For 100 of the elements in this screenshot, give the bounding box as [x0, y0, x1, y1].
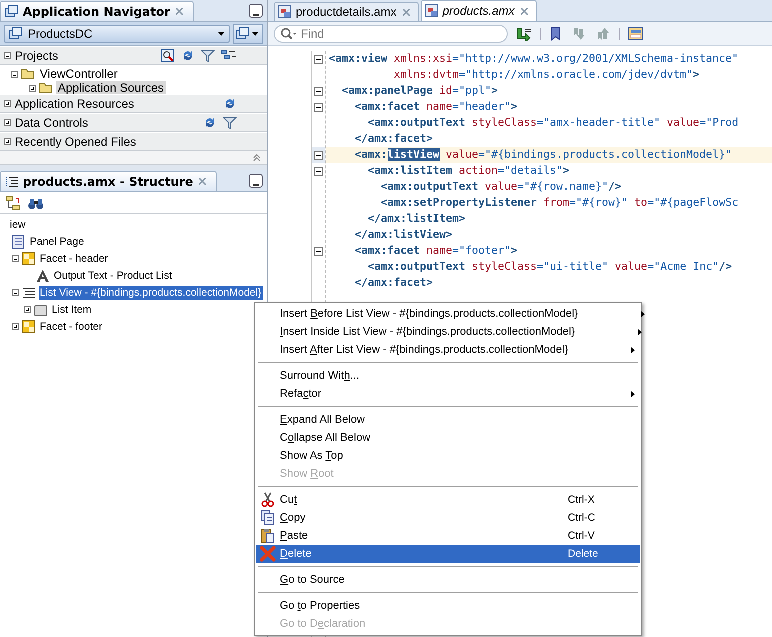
editor-tab[interactable]: productdetails.amx: [274, 2, 419, 21]
clipboard-icon: [261, 528, 275, 544]
windows-icon: [236, 26, 250, 40]
project-dropdown[interactable]: ProductsDC: [4, 24, 230, 42]
code-line: <amx:setPropertyListener from="#{row}" to="#{pageFlowSc: [380, 195, 740, 211]
close-button[interactable]: [197, 178, 208, 185]
folder-icon: [21, 67, 35, 81]
cross-icon: [260, 546, 276, 562]
scissors-icon: [261, 492, 275, 508]
expander-icon[interactable]: [12, 323, 19, 330]
minimize-button[interactable]: [249, 4, 263, 18]
menu-item[interactable]: Paste Ctrl-V: [256, 527, 640, 545]
menu-item[interactable]: Go to Source: [256, 571, 640, 589]
section-header[interactable]: Application Resources: [0, 94, 267, 113]
close-icon: [176, 8, 184, 15]
expander-icon[interactable]: [4, 138, 11, 145]
section-title: Data Controls: [15, 116, 90, 130]
expander-icon[interactable]: [4, 52, 11, 59]
code-line: </amx:listView>: [354, 227, 454, 243]
code-line: <amx:outputText styleClass="amx-header-title" value="Prod: [367, 115, 740, 131]
panel-title: products.amx - Structure: [23, 174, 194, 188]
scroll-up-icon: [253, 154, 261, 162]
windows-icon: [9, 26, 23, 40]
expander-icon[interactable]: [29, 84, 36, 92]
menu-item[interactable]: Cut Ctrl-X: [256, 491, 640, 509]
tree-node[interactable]: Panel Page: [29, 234, 86, 248]
tree-node[interactable]: Facet - header: [39, 252, 110, 266]
up-arrow-icon: [595, 26, 611, 40]
filter-icon: [201, 48, 215, 62]
expander-icon[interactable]: [12, 255, 19, 262]
layout-icon: [221, 48, 237, 62]
close-icon: [199, 178, 206, 185]
windows-icon: [5, 4, 19, 18]
view-dropdown[interactable]: [233, 24, 263, 44]
panel-tab[interactable]: products.amx - Structure: [0, 171, 218, 191]
menu-item[interactable]: Surround With...: [256, 367, 640, 385]
menu-item[interactable]: Refactor: [256, 385, 640, 403]
expander-icon[interactable]: [4, 100, 11, 107]
structure-icon: [5, 174, 19, 188]
search-icon: [161, 48, 175, 62]
tree-node[interactable]: iew: [9, 218, 27, 232]
tree-node[interactable]: Facet - footer: [39, 320, 104, 334]
expander-icon[interactable]: [4, 119, 11, 126]
menu-item[interactable]: Expand All Below: [256, 411, 640, 429]
section-title: Application Resources: [15, 96, 136, 110]
code-line: <amx:outputText value="#{row.name}"/>: [380, 179, 623, 195]
section-header[interactable]: Recently Opened Files: [0, 132, 267, 151]
facet-icon: [22, 320, 36, 334]
tree-node[interactable]: ViewController: [38, 67, 120, 81]
tree-node[interactable]: List Item: [51, 302, 93, 316]
editor-tab[interactable]: products.amx: [420, 0, 537, 21]
code-line: <amx:listItem action="details">: [367, 163, 571, 179]
bookmark-icon: [549, 26, 563, 40]
section-title: Projects: [15, 48, 60, 62]
close-button[interactable]: [174, 8, 186, 15]
menu-item[interactable]: Insert Inside List View - #{bindings.products.collectionModel}: [256, 323, 640, 341]
refresh-icon: [223, 96, 237, 110]
expander-icon[interactable]: [24, 306, 31, 313]
code-line: <amx:facet name="header">: [354, 99, 519, 115]
copy-icon: [261, 510, 275, 526]
code-line: </amx:facet>: [354, 275, 434, 291]
expander-icon[interactable]: [11, 70, 18, 78]
menu-item[interactable]: Copy Ctrl-C: [256, 509, 640, 527]
page-icon: [12, 234, 26, 248]
caret-icon: [218, 32, 225, 36]
close-icon[interactable]: [518, 8, 530, 14]
code-line: <amx:outputText styleClass="ui-title" value="Acme Inc"/>: [367, 259, 734, 275]
menu-item[interactable]: Insert After List View - #{bindings.products.collectionModel}: [256, 341, 640, 359]
menu-item[interactable]: Go to Properties: [256, 597, 640, 615]
section-title: Recently Opened Files: [15, 134, 138, 148]
section-header[interactable]: Projects: [0, 46, 267, 65]
code-line: xmlns:dvtm="http://xmlns.oracle.com/jdev/dvtm">: [393, 67, 701, 83]
panel-tab[interactable]: Application Navigator: [0, 1, 194, 21]
minimize-icon: [253, 13, 259, 17]
expander-icon[interactable]: [12, 289, 19, 296]
search-field[interactable]: Find: [274, 24, 508, 42]
menu-item[interactable]: Delete Delete: [256, 545, 640, 563]
menu-item[interactable]: Insert Before List View - #{bindings.products.collectionModel}: [256, 305, 640, 323]
tree-node[interactable]: List View - #{bindings.products.collectionModel}: [39, 286, 263, 300]
panel-icon: [628, 26, 644, 40]
minimize-icon: [253, 183, 259, 187]
tree-node[interactable]: Output Text - Product List: [53, 268, 174, 282]
menu-item[interactable]: Show As Top: [256, 447, 640, 465]
caret-icon: [252, 32, 259, 36]
down-arrow-icon: [571, 26, 587, 40]
go-to-line-icon: [516, 26, 532, 40]
code-line: <amx:view xmlns:xsi="http://www.w3.org/2001/XMLSchema-instance": [328, 51, 740, 67]
code-line: </amx:facet>: [354, 131, 434, 147]
code-line: <amx:facet name="footer">: [354, 243, 519, 259]
menu-item[interactable]: Collapse All Below: [256, 429, 640, 447]
minimize-button[interactable]: [249, 174, 263, 188]
box-icon: [34, 302, 48, 316]
section-header[interactable]: Data Controls: [0, 113, 267, 132]
code-line: </amx:listItem>: [367, 211, 467, 227]
list-icon: [22, 286, 36, 300]
refresh-icon: [203, 116, 217, 130]
facet-icon: [22, 252, 36, 266]
filter-icon: [223, 116, 237, 130]
file-icon: [424, 4, 439, 18]
tree-icon: [6, 196, 22, 210]
